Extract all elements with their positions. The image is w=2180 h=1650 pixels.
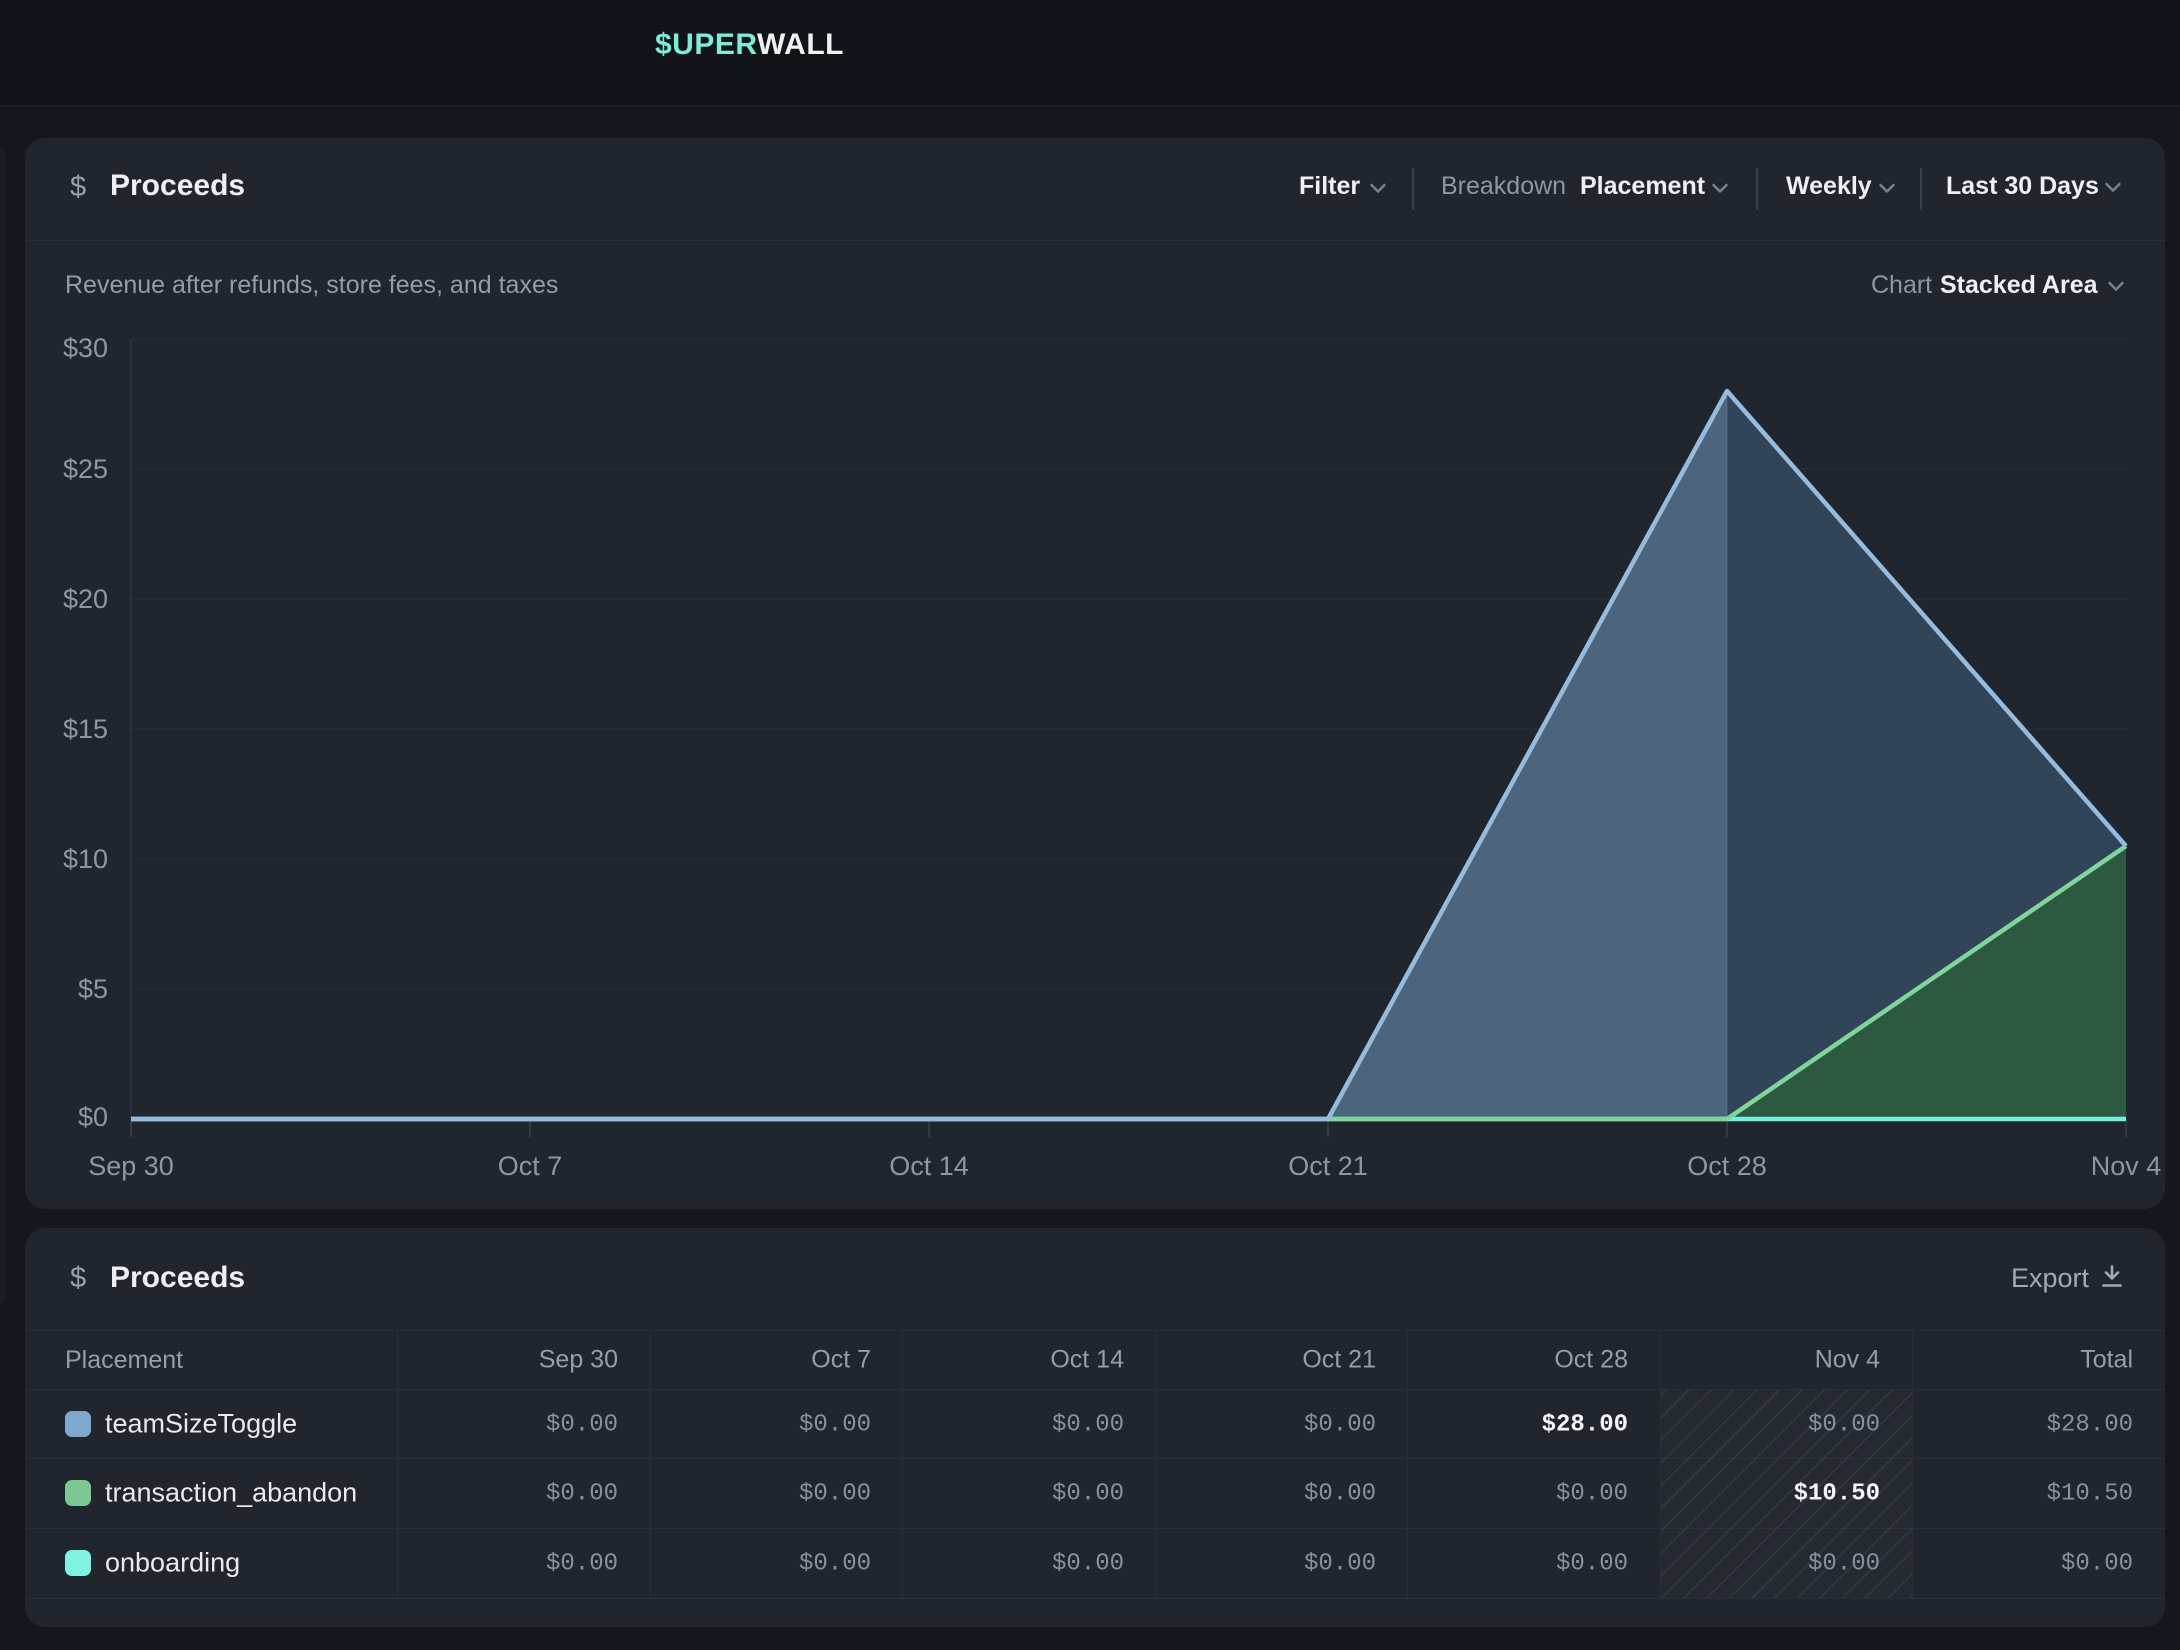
svg-text:Oct 14: Oct 14 <box>889 1151 969 1181</box>
svg-text:Oct 21: Oct 21 <box>1288 1151 1368 1181</box>
svg-text:$30: $30 <box>63 333 108 363</box>
svg-text:$10: $10 <box>63 844 108 874</box>
svg-text:Oct 28: Oct 28 <box>1687 1151 1767 1181</box>
svg-text:Nov 4: Nov 4 <box>2091 1151 2162 1181</box>
svg-text:$5: $5 <box>78 974 108 1004</box>
svg-text:Oct 7: Oct 7 <box>498 1151 563 1181</box>
svg-text:$20: $20 <box>63 584 108 614</box>
svg-text:Sep 30: Sep 30 <box>88 1151 174 1181</box>
svg-text:$0: $0 <box>78 1102 108 1132</box>
svg-text:$15: $15 <box>63 714 108 744</box>
svg-text:$25: $25 <box>63 454 108 484</box>
